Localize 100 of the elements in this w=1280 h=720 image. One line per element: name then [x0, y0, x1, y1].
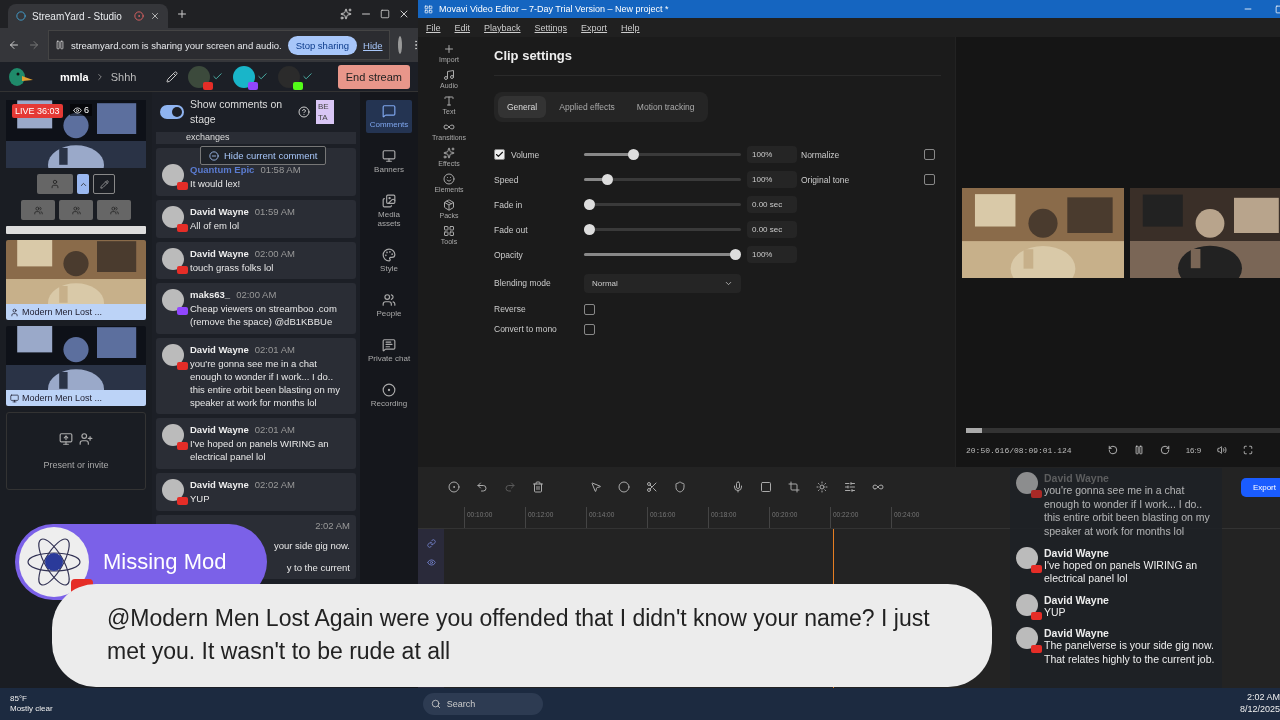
value-field[interactable]: 100%: [747, 146, 797, 163]
hide-link[interactable]: Hide: [363, 39, 383, 51]
tab[interactable]: Motion tracking: [627, 96, 704, 118]
tab[interactable]: Applied effects: [550, 96, 624, 118]
option-label: Normalize: [801, 149, 840, 160]
value-field[interactable]: 100%: [747, 246, 797, 263]
sidebar-tab[interactable]: Private chat: [366, 334, 412, 367]
fullscreen-icon[interactable]: [1243, 445, 1254, 455]
slider[interactable]: [584, 199, 741, 210]
check-icon: [212, 71, 224, 82]
sidebar-tab[interactable]: Banners: [366, 145, 412, 178]
link-icon[interactable]: [426, 539, 436, 548]
record-icon[interactable]: [448, 481, 460, 493]
checkbox[interactable]: [924, 149, 935, 160]
checkbox[interactable]: [584, 323, 595, 335]
aspect-ratio-dropdown[interactable]: 16:9: [1185, 445, 1202, 455]
new-tab-icon[interactable]: [176, 8, 188, 20]
comment-author: David Wayne: [190, 247, 249, 259]
slider[interactable]: [584, 149, 741, 160]
help-icon[interactable]: [298, 106, 310, 118]
rail-icon: [382, 104, 396, 118]
edit-icon[interactable]: [166, 70, 179, 83]
profile-avatar[interactable]: [397, 36, 402, 54]
progress-bar[interactable]: [966, 428, 1280, 433]
comment-time: 01:59 AM: [254, 205, 295, 217]
color-icon[interactable]: [816, 481, 828, 493]
sidebar-tab[interactable]: People: [366, 289, 412, 322]
close-icon[interactable]: [398, 8, 410, 20]
captions-icon[interactable]: [760, 481, 772, 493]
search-field[interactable]: Search: [422, 693, 543, 715]
comment-author: David Wayne: [190, 205, 249, 217]
source-tile[interactable]: Modern Men Lost ...: [6, 326, 146, 406]
checkbox[interactable]: [924, 174, 935, 185]
sidebar-tab[interactable]: Recording: [366, 379, 412, 412]
sidebar-tab[interactable]: Comments: [366, 100, 412, 133]
slider-thumb[interactable]: [627, 149, 639, 160]
checkbox[interactable]: [494, 149, 505, 160]
back-icon[interactable]: [8, 39, 20, 51]
eye-icon[interactable]: [426, 558, 436, 567]
timecode: 20:50.616/08:09:01.124: [966, 445, 1072, 455]
pause-icon[interactable]: [1133, 445, 1144, 455]
slider-thumb[interactable]: [601, 174, 613, 185]
tab[interactable]: General: [498, 96, 547, 118]
export-button[interactable]: Export: [1240, 477, 1280, 497]
people-icon: [109, 205, 119, 215]
slider[interactable]: [584, 174, 741, 185]
browser-tab[interactable]: StreamYard - Studio: [8, 4, 168, 28]
eye-icon: [73, 105, 82, 115]
undo-icon[interactable]: [476, 481, 488, 493]
menu-item[interactable]: Export: [581, 22, 608, 33]
blending-dropdown[interactable]: Normal: [584, 273, 741, 293]
shield-icon[interactable]: [674, 481, 686, 493]
slider-thumb[interactable]: [584, 224, 595, 235]
sidebar-tab[interactable]: Style: [366, 244, 412, 277]
slider-thumb[interactable]: [584, 199, 595, 210]
hide-comment-button[interactable]: Hide current comment: [200, 146, 327, 165]
present-card[interactable]: Present or invite: [6, 412, 146, 490]
pointer-icon[interactable]: [590, 481, 602, 493]
maximize-icon[interactable]: [380, 9, 390, 19]
forward-icon[interactable]: [1159, 445, 1170, 455]
edit-button[interactable]: [93, 174, 115, 194]
menu-item[interactable]: File: [426, 22, 441, 33]
close-icon[interactable]: [150, 11, 160, 21]
collapse-button[interactable]: [77, 174, 89, 194]
rail-icon: [382, 293, 396, 307]
source-tile[interactable]: Modern Men Lost ...: [6, 240, 146, 320]
delete-icon[interactable]: [532, 481, 544, 493]
value-field[interactable]: 0.00 sec: [747, 196, 797, 213]
toggle-switch[interactable]: [160, 105, 184, 119]
slider[interactable]: [584, 224, 741, 235]
audio-icon[interactable]: [732, 481, 744, 493]
stop-sharing-button[interactable]: Stop sharing: [287, 35, 358, 55]
sidebar-tab[interactable]: Media assets: [366, 190, 412, 232]
slider-thumb[interactable]: [730, 249, 741, 260]
rewind-icon[interactable]: [1107, 445, 1118, 455]
menu-item[interactable]: Help: [621, 22, 640, 33]
menu-item[interactable]: Edit: [454, 22, 471, 33]
value-field[interactable]: 0.00 sec: [747, 221, 797, 238]
beta-badge: BETA: [316, 99, 334, 125]
transition-icon[interactable]: [872, 481, 884, 493]
weather-condition: Mostly clear: [10, 704, 53, 714]
sliders-icon[interactable]: [844, 481, 856, 493]
tile-label: Modern Men Lost ...: [22, 393, 103, 403]
sparkle-icon[interactable]: [340, 8, 352, 20]
checkbox[interactable]: [584, 303, 595, 315]
value-field[interactable]: 100%: [747, 171, 797, 188]
menu-item[interactable]: Settings: [534, 22, 568, 33]
menu-item[interactable]: Playback: [484, 22, 521, 33]
setting-label: Fade out: [494, 224, 529, 235]
comment-text: YUP: [190, 492, 211, 506]
setting-label: Blending mode: [494, 278, 552, 288]
scissors-icon[interactable]: [646, 481, 658, 493]
end-stream-button[interactable]: End stream: [337, 64, 410, 89]
crop-icon[interactable]: [788, 481, 800, 493]
circle-icon[interactable]: [618, 481, 630, 493]
volume-icon[interactable]: [1217, 445, 1228, 455]
check-icon: [302, 71, 314, 82]
comment-text: It would lex!: [190, 178, 242, 191]
live-badge: LIVE 36:03: [12, 104, 63, 118]
slider[interactable]: [584, 249, 741, 260]
